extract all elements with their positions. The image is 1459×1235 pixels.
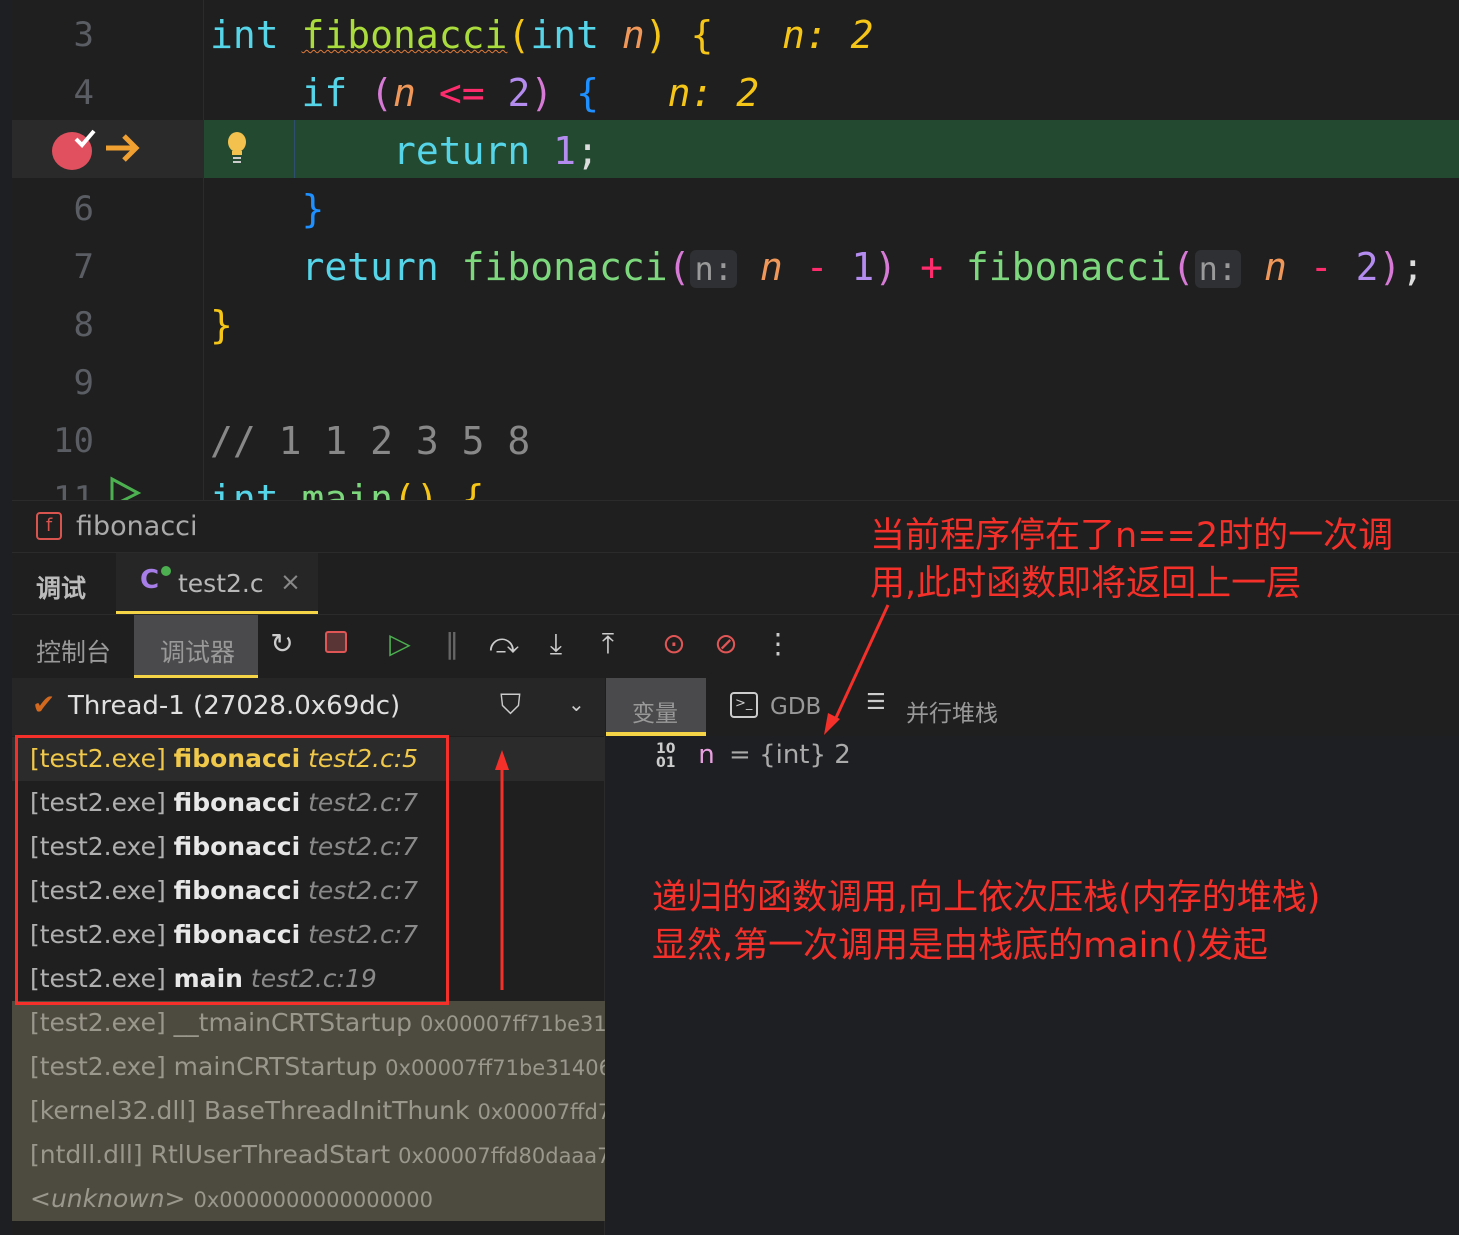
annotation-arrows	[495, 604, 890, 990]
